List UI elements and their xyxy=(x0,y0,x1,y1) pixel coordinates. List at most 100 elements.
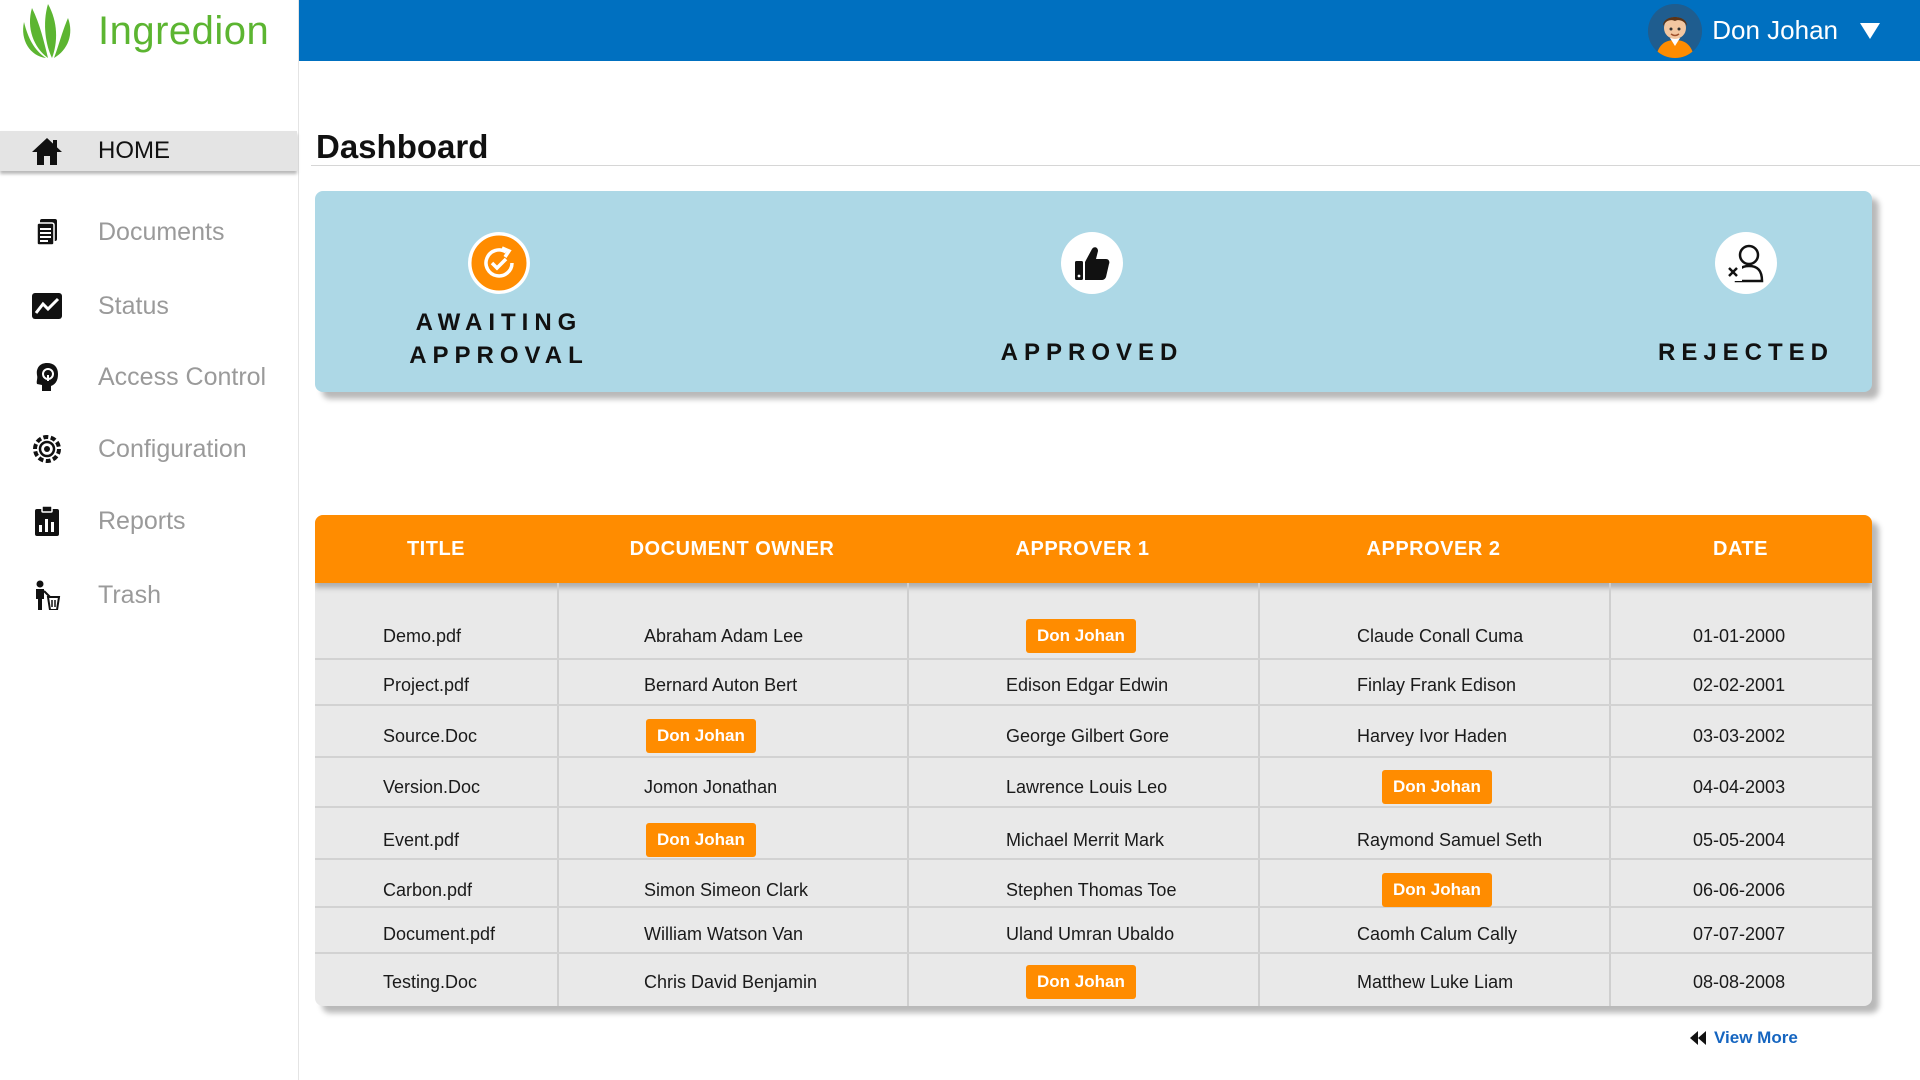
column-header-title[interactable]: TITLE xyxy=(315,515,557,583)
user-menu[interactable]: Don Johan xyxy=(1648,0,1880,61)
sidebar-item-access-control[interactable]: Access Control xyxy=(0,357,299,397)
documents-table: TITLE DOCUMENT OWNER APPROVER 1 APPROVER… xyxy=(315,515,1872,1006)
title-divider xyxy=(311,165,1920,166)
table-header: TITLE DOCUMENT OWNER APPROVER 1 APPROVER… xyxy=(315,515,1872,583)
awaiting-refresh-check-icon xyxy=(468,232,530,294)
user-name: Don Johan xyxy=(1712,15,1838,45)
cell-approver-1: George Gilbert Gore xyxy=(1006,726,1170,746)
column-divider xyxy=(1609,583,1611,1006)
current-user-badge[interactable]: Don Johan xyxy=(1026,965,1136,999)
cell-document-owner: Simon Simeon Clark xyxy=(644,880,809,900)
cell-approver-1: Edison Edgar Edwin xyxy=(1006,675,1169,695)
status-rejected-label: REJECTED xyxy=(1657,339,1835,366)
view-more-link[interactable]: View More xyxy=(1690,1028,1798,1048)
column-divider xyxy=(557,583,559,1006)
cell-title[interactable]: Version.Doc xyxy=(383,777,480,798)
current-user-badge[interactable]: Don Johan xyxy=(646,719,756,753)
sidebar-item-label: HOME xyxy=(98,137,170,164)
cell-date: 04-04-2003 xyxy=(1693,777,1786,797)
row-divider xyxy=(315,858,1872,860)
row-divider xyxy=(315,906,1872,908)
column-header-document-owner[interactable]: DOCUMENT OWNER xyxy=(557,515,907,583)
cell-approver-2: Caomh Calum Cally xyxy=(1357,924,1518,944)
status-approved-label: APPROVED xyxy=(1000,339,1184,366)
cell-approver-2: Harvey Ivor Haden xyxy=(1357,726,1508,746)
top-bar: Don Johan xyxy=(299,0,1920,61)
cell-title[interactable]: Document.pdf xyxy=(383,924,495,945)
cell-date: 02-02-2001 xyxy=(1693,675,1786,695)
page-title: Dashboard xyxy=(316,128,489,165)
view-more-label: View More xyxy=(1714,1028,1798,1047)
reports-icon xyxy=(31,505,63,537)
row-divider xyxy=(315,658,1872,660)
cell-title[interactable]: Source.Doc xyxy=(383,726,477,747)
sidebar-item-label: Reports xyxy=(98,506,186,535)
sidebar-item-configuration[interactable]: Configuration xyxy=(0,429,299,469)
cell-document-owner: Abraham Adam Lee xyxy=(644,626,804,646)
cell-approver-1: Lawrence Louis Leo xyxy=(1006,777,1168,797)
access-control-icon xyxy=(31,361,63,393)
sidebar-item-reports[interactable]: Reports xyxy=(0,501,299,541)
configuration-gear-icon xyxy=(31,433,63,465)
cell-date: 01-01-2000 xyxy=(1693,626,1786,646)
cell-date: 07-07-2007 xyxy=(1693,924,1786,944)
cell-title[interactable]: Project.pdf xyxy=(383,675,469,696)
cell-title[interactable]: Testing.Doc xyxy=(383,972,477,993)
sidebar-item-label: Trash xyxy=(98,580,161,609)
status-rejected[interactable]: REJECTED xyxy=(1646,232,1846,369)
row-divider xyxy=(315,756,1872,758)
cell-title[interactable]: Event.pdf xyxy=(383,830,459,851)
user-rejected-icon xyxy=(1715,232,1777,294)
cell-date: 05-05-2004 xyxy=(1693,830,1786,850)
cell-approver-1: Uland Umran Ubaldo xyxy=(1006,924,1175,944)
current-user-badge[interactable]: Don Johan xyxy=(1026,619,1136,653)
sidebar-item-label: Access Control xyxy=(98,362,267,391)
cell-date: 06-06-2006 xyxy=(1693,880,1786,900)
row-divider xyxy=(315,952,1872,954)
cell-document-owner: Chris David Benjamin xyxy=(644,972,818,992)
column-header-date[interactable]: DATE xyxy=(1609,515,1872,583)
status-awaiting-approval[interactable]: AWAITING APPROVAL xyxy=(399,232,599,372)
sidebar-item-trash[interactable]: Trash xyxy=(0,575,299,615)
home-icon xyxy=(31,135,63,167)
ingredion-leaf-logo-icon xyxy=(23,4,71,58)
status-awaiting-label: AWAITING APPROVAL xyxy=(409,309,589,369)
caret-down-icon[interactable] xyxy=(1860,22,1880,39)
status-summary-panel: AWAITING APPROVAL APPROVED REJECTED xyxy=(315,191,1872,392)
column-divider xyxy=(907,583,909,1006)
sidebar-item-home[interactable]: HOME xyxy=(0,131,297,171)
sidebar-item-label: Configuration xyxy=(98,434,247,463)
cell-date: 03-03-2002 xyxy=(1693,726,1786,746)
thumbs-up-icon xyxy=(1061,232,1123,294)
cell-title[interactable]: Carbon.pdf xyxy=(383,880,472,901)
sidebar-item-label: Documents xyxy=(98,217,225,246)
current-user-badge[interactable]: Don Johan xyxy=(1382,873,1492,907)
status-approved[interactable]: APPROVED xyxy=(992,232,1192,369)
cell-title[interactable]: Demo.pdf xyxy=(383,626,461,647)
row-divider xyxy=(315,806,1872,808)
double-chevron-left-icon xyxy=(1690,1031,1706,1045)
cell-date: 08-08-2008 xyxy=(1693,972,1786,992)
row-divider xyxy=(315,704,1872,706)
status-chart-icon xyxy=(31,290,63,322)
sidebar-item-documents[interactable]: Documents xyxy=(0,212,299,252)
sidebar: Ingredion HOME Documents Status Access C… xyxy=(0,0,299,1080)
user-avatar xyxy=(1648,3,1703,58)
cell-approver-2: Finlay Frank Edison xyxy=(1357,675,1517,695)
sidebar-item-status[interactable]: Status xyxy=(0,286,299,326)
brand-name: Ingredion xyxy=(98,8,270,53)
cell-approver-2: Raymond Samuel Seth xyxy=(1357,830,1543,850)
brand[interactable]: Ingredion xyxy=(18,0,269,62)
column-header-approver-2[interactable]: APPROVER 2 xyxy=(1258,515,1609,583)
sidebar-item-label: Status xyxy=(98,291,169,320)
cell-approver-1: Michael Merrit Mark xyxy=(1006,830,1165,850)
cell-approver-1: Stephen Thomas Toe xyxy=(1006,880,1177,900)
cell-document-owner: William Watson Van xyxy=(644,924,804,944)
column-header-approver-1[interactable]: APPROVER 1 xyxy=(907,515,1258,583)
documents-icon xyxy=(31,216,63,248)
cell-document-owner: Bernard Auton Bert xyxy=(644,675,798,695)
cell-document-owner: Jomon Jonathan xyxy=(644,777,778,797)
current-user-badge[interactable]: Don Johan xyxy=(646,823,756,857)
current-user-badge[interactable]: Don Johan xyxy=(1382,770,1492,804)
trash-icon xyxy=(31,579,63,611)
